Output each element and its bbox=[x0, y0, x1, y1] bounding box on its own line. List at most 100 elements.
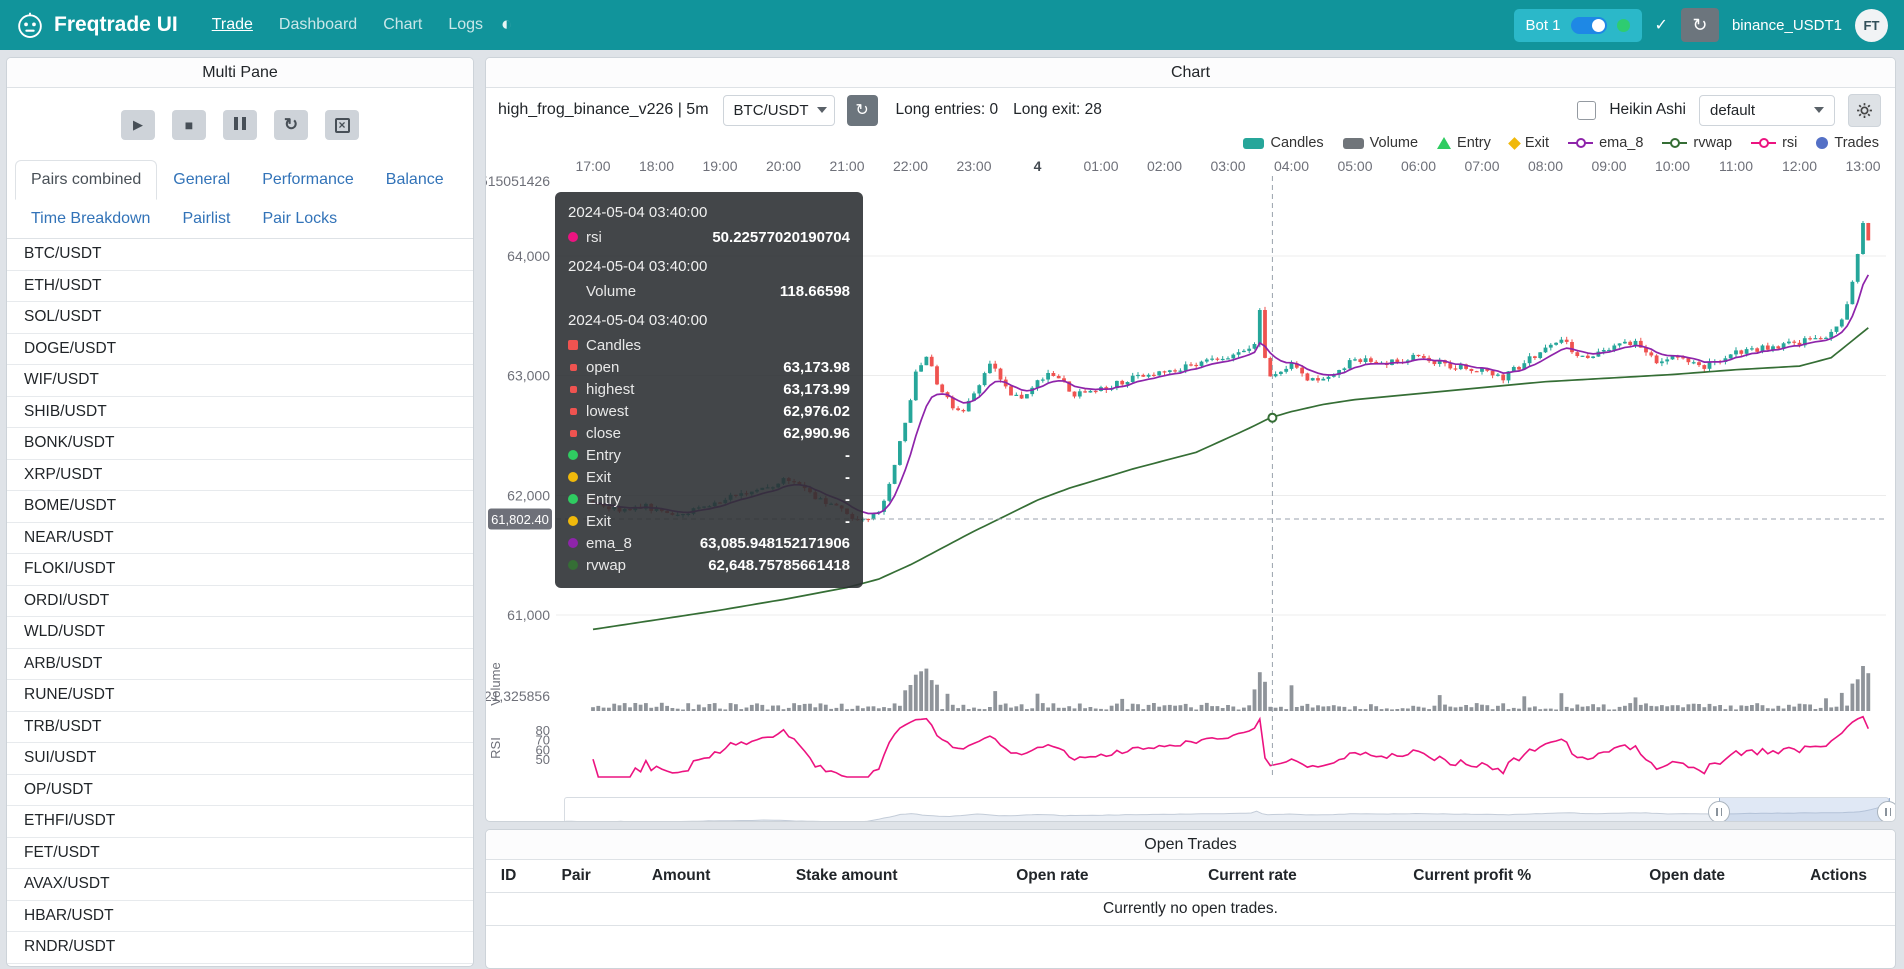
tab-balance[interactable]: Balance bbox=[370, 160, 460, 200]
account-name: binance_USDT1 bbox=[1732, 17, 1842, 34]
legend-entry[interactable]: Entry bbox=[1437, 135, 1491, 151]
pair-list-item[interactable]: RNDR/USDT bbox=[7, 932, 473, 964]
datazoom-right-handle[interactable] bbox=[1877, 801, 1896, 822]
legend-label: Exit bbox=[1525, 135, 1549, 151]
pair-list-item[interactable]: SOL/USDT bbox=[7, 302, 473, 334]
heikin-ashi-checkbox[interactable] bbox=[1577, 101, 1596, 120]
legend-rvwap[interactable]: rvwap bbox=[1662, 135, 1732, 151]
svg-text:18:00: 18:00 bbox=[639, 158, 674, 174]
svg-text:12:00: 12:00 bbox=[1782, 158, 1817, 174]
tab-time-breakdown[interactable]: Time Breakdown bbox=[15, 199, 166, 239]
nav-links: TradeDashboardChartLogs bbox=[200, 8, 495, 42]
chart-panel: Chart high_frog_binance_v226 | 5m BTC/US… bbox=[485, 57, 1896, 822]
legend-volume[interactable]: Volume bbox=[1343, 135, 1418, 151]
col-header-actions: Actions bbox=[1782, 860, 1895, 893]
theme-toggle-icon[interactable]: ◐ bbox=[501, 14, 512, 36]
pair-list-item[interactable]: TRB/USDT bbox=[7, 712, 473, 744]
col-header-amount: Amount bbox=[621, 860, 741, 893]
svg-text:RSI: RSI bbox=[488, 737, 503, 759]
datazoom-left-handle[interactable] bbox=[1708, 801, 1730, 822]
pair-list-item[interactable]: RUNE/USDT bbox=[7, 680, 473, 712]
chart-refresh-button[interactable]: ↻ bbox=[847, 95, 878, 126]
legend-label: Volume bbox=[1370, 135, 1418, 151]
pair-list-item[interactable]: NEAR/USDT bbox=[7, 523, 473, 555]
tab-performance[interactable]: Performance bbox=[246, 160, 370, 200]
gear-icon bbox=[1856, 102, 1873, 119]
bot-name-label: Bot 1 bbox=[1526, 17, 1561, 34]
legend-label: Trades bbox=[1834, 135, 1879, 151]
svg-text:02:00: 02:00 bbox=[1147, 158, 1182, 174]
col-header-current-rate: Current rate bbox=[1152, 860, 1352, 893]
navbar: Freqtrade UI TradeDashboardChartLogs ◐ B… bbox=[0, 0, 1904, 50]
nav-link-dashboard[interactable]: Dashboard bbox=[267, 8, 369, 42]
pair-list-item[interactable]: XRP/USDT bbox=[7, 460, 473, 492]
svg-text:Volume: Volume bbox=[488, 662, 503, 705]
navbar-right: Bot 1 ✓ ↻ binance_USDT1 FT bbox=[1514, 8, 1889, 42]
pair-list-item[interactable]: WLD/USDT bbox=[7, 617, 473, 649]
pair-list-item[interactable]: ARB/USDT bbox=[7, 649, 473, 681]
svg-text:13:00: 13:00 bbox=[1845, 158, 1880, 174]
pair-list-item[interactable]: ORDI/USDT bbox=[7, 586, 473, 618]
tab-pairs-combined[interactable]: Pairs combined bbox=[15, 160, 157, 200]
tab-pair-locks[interactable]: Pair Locks bbox=[246, 199, 353, 239]
pair-list-item[interactable]: SUI/USDT bbox=[7, 743, 473, 775]
chart-toolbar: high_frog_binance_v226 | 5m BTC/USDT ↻ L… bbox=[486, 88, 1895, 130]
nav-link-trade[interactable]: Trade bbox=[200, 8, 265, 42]
stop-icon: ■ bbox=[185, 117, 193, 133]
user-avatar[interactable]: FT bbox=[1855, 9, 1888, 42]
trades-marker-icon bbox=[1816, 137, 1828, 149]
chart-settings-button[interactable] bbox=[1848, 94, 1881, 127]
brand[interactable]: Freqtrade UI bbox=[16, 11, 178, 39]
legend-ema-8[interactable]: ema_8 bbox=[1568, 135, 1643, 151]
chart-toolbar-right: Heikin Ashi default bbox=[1577, 94, 1885, 127]
start-button[interactable]: ▶ bbox=[121, 110, 155, 140]
pair-list-item[interactable]: AVAX/USDT bbox=[7, 869, 473, 901]
legend-rsi[interactable]: rsi bbox=[1751, 135, 1797, 151]
reload-button[interactable]: ↻ bbox=[274, 110, 308, 140]
pair-list-item[interactable]: BTC/USDT bbox=[7, 239, 473, 271]
legend-candles[interactable]: Candles bbox=[1243, 135, 1323, 151]
pair-list-item[interactable]: FET/USDT bbox=[7, 838, 473, 870]
pair-select[interactable]: BTC/USDT bbox=[723, 95, 835, 126]
price-chart-canvas[interactable]: 64,00063,00062,00061,00051505142621,3258… bbox=[486, 156, 1895, 786]
col-header-stake-amount: Stake amount bbox=[741, 860, 952, 893]
bot-toggle[interactable] bbox=[1571, 17, 1607, 34]
plot-config-select[interactable]: default bbox=[1699, 95, 1835, 126]
stop-button[interactable]: ■ bbox=[172, 110, 206, 140]
ema_8-marker-icon bbox=[1568, 142, 1593, 144]
pause-icon bbox=[232, 117, 248, 133]
cancel-open-orders-button[interactable]: × bbox=[325, 110, 359, 140]
svg-text:62,000: 62,000 bbox=[507, 487, 550, 503]
pair-list-item[interactable]: ETH/USDT bbox=[7, 271, 473, 303]
legend-trades[interactable]: Trades bbox=[1816, 135, 1879, 151]
refresh-bots-button[interactable]: ↻ bbox=[1681, 8, 1719, 42]
tab-pairlist[interactable]: Pairlist bbox=[166, 199, 246, 239]
svg-text:61,000: 61,000 bbox=[507, 607, 550, 623]
datazoom-slider[interactable] bbox=[564, 797, 1889, 822]
no-open-trades-message: Currently no open trades. bbox=[486, 893, 1895, 926]
nav-link-logs[interactable]: Logs bbox=[436, 8, 495, 42]
open-trades-title: Open Trades bbox=[486, 830, 1895, 860]
pair-list-item[interactable]: FLOKI/USDT bbox=[7, 554, 473, 586]
pair-list-item[interactable]: WIF/USDT bbox=[7, 365, 473, 397]
datazoom-silhouette bbox=[565, 798, 1888, 822]
tab-general[interactable]: General bbox=[157, 160, 246, 200]
pair-list-item[interactable]: ETHFI/USDT bbox=[7, 806, 473, 838]
pair-list-item[interactable]: DOGE/USDT bbox=[7, 334, 473, 366]
chart-panel-title: Chart bbox=[486, 58, 1895, 88]
pause-button[interactable] bbox=[223, 110, 257, 140]
pair-list-item[interactable]: SHIB/USDT bbox=[7, 397, 473, 429]
pair-list-item[interactable]: OP/USDT bbox=[7, 775, 473, 807]
multi-pane-panel: Multi Pane ▶■↻× Pairs combinedGeneralPer… bbox=[6, 57, 474, 967]
datazoom-selection[interactable] bbox=[1719, 798, 1890, 822]
legend-exit[interactable]: Exit bbox=[1510, 135, 1549, 151]
pair-list-item[interactable]: AR/USDT bbox=[7, 964, 473, 968]
col-header-pair: Pair bbox=[531, 860, 621, 893]
col-header-current-profit-: Current profit % bbox=[1352, 860, 1592, 893]
pair-list-item[interactable]: HBAR/USDT bbox=[7, 901, 473, 933]
legend-label: ema_8 bbox=[1599, 135, 1643, 151]
pair-list-item[interactable]: BOME/USDT bbox=[7, 491, 473, 523]
pair-list-item[interactable]: BONK/USDT bbox=[7, 428, 473, 460]
nav-link-chart[interactable]: Chart bbox=[371, 8, 434, 42]
bot-selector[interactable]: Bot 1 bbox=[1514, 9, 1642, 42]
